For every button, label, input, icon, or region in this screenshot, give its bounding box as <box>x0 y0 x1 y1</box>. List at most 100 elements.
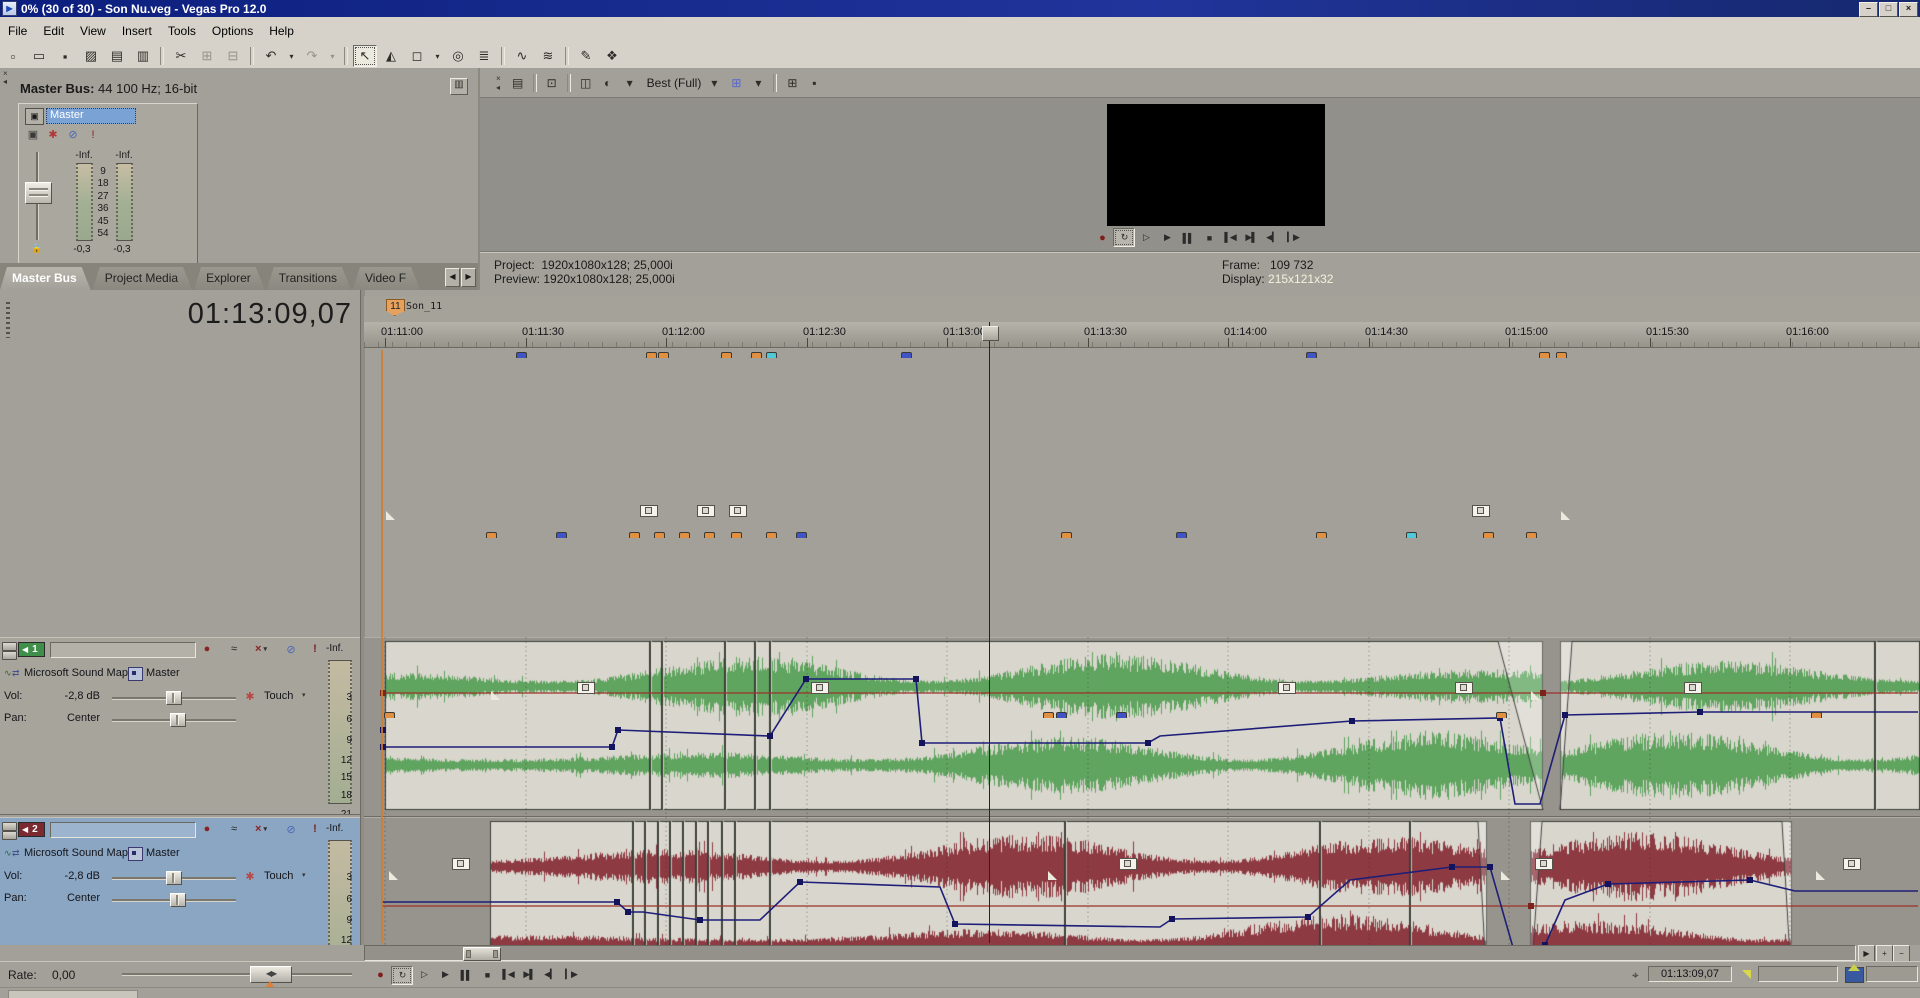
tab-scroll-left-icon[interactable]: ◀ <box>445 268 460 287</box>
preview-properties-icon[interactable]: ▤ <box>508 74 528 92</box>
fade-handle-tab[interactable] <box>796 532 807 538</box>
fade-handle-tab[interactable] <box>1406 532 1417 538</box>
mute-icon[interactable]: ⊘ <box>65 128 81 142</box>
play-from-start-button[interactable]: ▷ <box>1136 229 1156 246</box>
fade-handle-tab[interactable] <box>1176 532 1187 538</box>
event-gain-icon[interactable] <box>577 682 595 694</box>
automation-dropdown-icon[interactable]: ▾ <box>302 871 306 879</box>
fade-handle-tab[interactable] <box>1496 712 1507 718</box>
zoom-edit-tool-icon[interactable]: ◎ <box>446 45 470 67</box>
auto-ripple-icon[interactable]: ≋ <box>536 45 560 67</box>
normal-edit-tool-icon[interactable]: ↖ <box>353 45 377 67</box>
event-gain-icon[interactable] <box>1455 682 1473 694</box>
tab-explorer[interactable]: Explorer <box>194 267 265 290</box>
master-bus-name-input[interactable]: Master <box>46 108 136 124</box>
event-gain-icon[interactable] <box>452 858 470 870</box>
fader-lock-icon[interactable]: 🔒 <box>31 243 42 254</box>
fade-handle-tab[interactable] <box>1316 532 1327 538</box>
tab-master-bus[interactable]: Master Bus <box>0 267 91 290</box>
play-button[interactable]: ▶ <box>1157 229 1177 246</box>
fade-handle-tab[interactable] <box>646 352 657 358</box>
previous-frame-button[interactable]: ◀▎ <box>540 966 560 983</box>
scrollbar-track[interactable] <box>364 945 1856 961</box>
track-device-name[interactable]: Microsoft Sound Map... <box>24 847 137 859</box>
menu-insert[interactable]: Insert <box>114 22 160 40</box>
fade-handle-tab[interactable] <box>629 532 640 538</box>
undo-dropdown-icon[interactable]: ▾ <box>285 45 298 67</box>
track-solo-icon[interactable]: ⊘ <box>282 821 300 837</box>
track-bus-icon[interactable] <box>128 847 143 861</box>
track-device-name[interactable]: Microsoft Sound Map... <box>24 667 137 679</box>
rate-slider[interactable] <box>122 973 352 976</box>
automation-dropdown-icon[interactable]: ▾ <box>302 691 306 699</box>
event-gain-icon[interactable] <box>697 505 715 517</box>
quality-dropdown[interactable]: ▾ <box>704 74 724 92</box>
copy-icon[interactable]: ⊞ <box>195 45 219 67</box>
fade-handle-tab[interactable] <box>384 712 395 718</box>
menu-options[interactable]: Options <box>204 22 261 40</box>
track-automation-warn-icon[interactable]: ! <box>310 641 320 657</box>
split-screen-dropdown[interactable]: ▾ <box>620 74 640 92</box>
render-as-icon[interactable]: ▨ <box>79 45 103 67</box>
project-properties-icon[interactable]: ▤ <box>105 45 129 67</box>
vol-slider-handle[interactable] <box>166 871 182 885</box>
fade-handle-tab[interactable] <box>1539 352 1550 358</box>
open-project-icon[interactable]: ▭ <box>27 45 51 67</box>
track-mute-icon[interactable]: ×▾ <box>248 641 274 657</box>
pause-button[interactable]: ▌▌ <box>456 966 476 983</box>
loop-playback-button[interactable]: ↻ <box>1113 228 1135 247</box>
fade-handle-tab[interactable] <box>1116 712 1127 718</box>
track-bus-icon[interactable] <box>128 667 143 681</box>
track-restore-icon[interactable] <box>2 831 17 840</box>
pan-slider-handle[interactable] <box>170 713 186 727</box>
edit-details-icon[interactable]: ▥ <box>131 45 155 67</box>
track-minimize-icon[interactable] <box>2 822 17 831</box>
time-ruler[interactable]: 01:11:0001:11:3001:12:0001:12:3001:13:00… <box>364 322 1920 348</box>
automation-mode-label[interactable]: Touch <box>264 690 293 702</box>
fade-handle-tab[interactable] <box>1811 712 1822 718</box>
track-envelope-icon[interactable]: ≈ <box>224 641 244 657</box>
track-header-1[interactable]: ◀1●≈×▾⊘!-Inf.36912151821∿⇄Microsoft Soun… <box>0 637 360 815</box>
record-button[interactable]: ● <box>1092 229 1112 246</box>
enable-snapping-icon[interactable]: ≣ <box>472 45 496 67</box>
fade-handle-tab[interactable] <box>751 352 762 358</box>
mixer-properties-icon[interactable]: ▥ <box>450 78 468 95</box>
go-to-start-button[interactable]: ▌◀ <box>498 966 518 983</box>
track-arm-record-icon[interactable]: ● <box>198 641 216 657</box>
stop-button[interactable]: ■ <box>1199 229 1219 246</box>
menu-tools[interactable]: Tools <box>160 22 204 40</box>
fade-handle-tab[interactable] <box>731 532 742 538</box>
track-minimize-icon[interactable] <box>2 642 17 651</box>
tab-video-f[interactable]: Video F <box>353 267 420 290</box>
menu-edit[interactable]: Edit <box>35 22 72 40</box>
timeline-timecode-display[interactable]: 01:13:09,07 <box>0 298 352 331</box>
channel-icon[interactable]: ▣ <box>25 108 44 125</box>
previous-frame-button[interactable]: ◀▎ <box>1262 229 1282 246</box>
go-to-end-button[interactable]: ▶▌ <box>1241 229 1261 246</box>
track-automation-gear-icon[interactable]: ✱ <box>242 688 258 704</box>
automation-mode-label[interactable]: Touch <box>264 870 293 882</box>
track-speaker-icon[interactable]: ◀1 <box>18 642 45 657</box>
track-solo-icon[interactable]: ⊘ <box>282 641 300 657</box>
fade-handle-tab[interactable] <box>1056 712 1067 718</box>
fade-handle-tab[interactable] <box>658 352 669 358</box>
external-monitor-icon[interactable]: ⊡ <box>542 74 562 92</box>
fade-handle-tab[interactable] <box>1483 532 1494 538</box>
pause-button[interactable]: ▌▌ <box>1178 229 1198 246</box>
menu-view[interactable]: View <box>72 22 114 40</box>
minimize-button[interactable]: – <box>1859 2 1878 17</box>
scrollbar-thumb[interactable] <box>463 947 501 961</box>
tab-scroll-right-icon[interactable]: ▶ <box>461 268 476 287</box>
dock-close-icon[interactable]: ×◂ <box>496 74 501 92</box>
fade-handle-tab[interactable] <box>1043 712 1054 718</box>
marker-bar[interactable]: 11 Son_11 <box>364 296 1920 323</box>
selection-tool-dropdown-icon[interactable]: ▾ <box>431 45 444 67</box>
track-speaker-icon[interactable]: ◀2 <box>18 822 45 837</box>
event-gain-icon[interactable] <box>1535 858 1553 870</box>
edit-cursor-grip[interactable] <box>982 326 999 341</box>
fade-handle-tab[interactable] <box>704 532 715 538</box>
loop-playback-button[interactable]: ↻ <box>391 966 413 985</box>
next-frame-button[interactable]: ▎▶ <box>1283 229 1303 246</box>
track-automation-gear-icon[interactable]: ✱ <box>242 868 258 884</box>
copy-snapshot-icon[interactable]: ⊞ <box>782 74 802 92</box>
